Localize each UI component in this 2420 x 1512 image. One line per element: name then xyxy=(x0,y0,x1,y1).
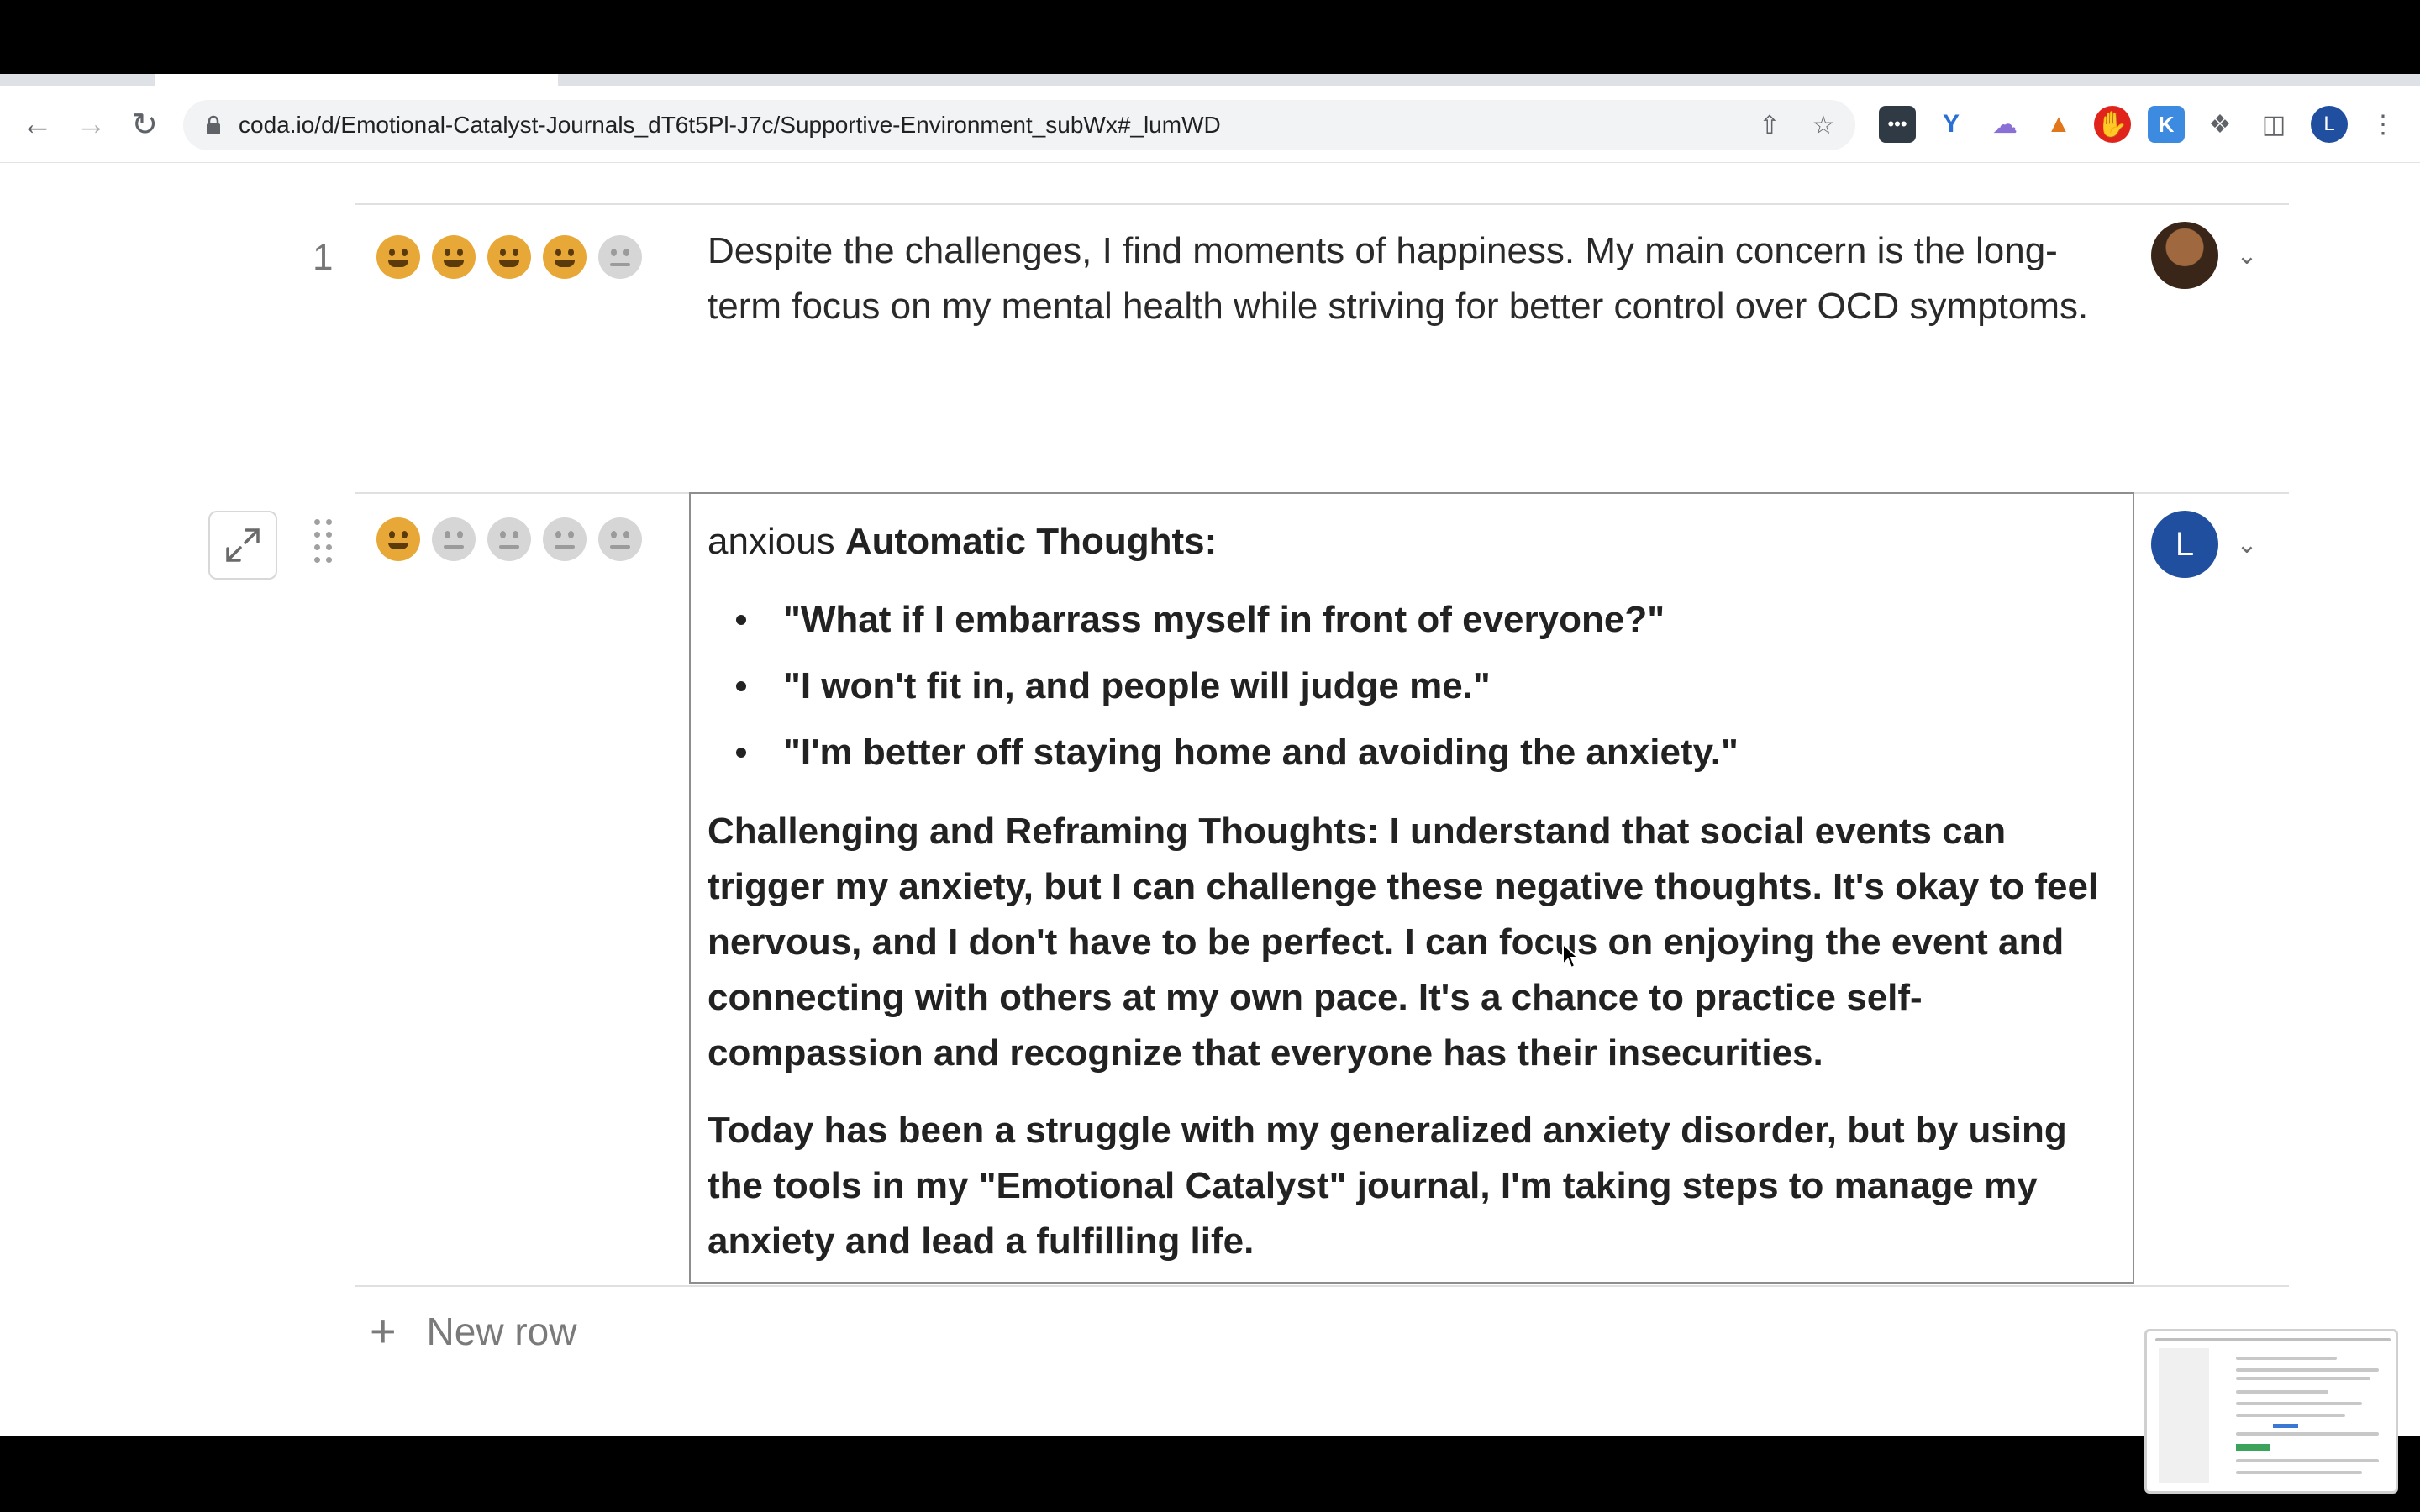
thumbnail-sidebar xyxy=(2159,1348,2209,1483)
list-item: "I won't fit in, and people will judge m… xyxy=(708,653,2119,719)
smiley-face-icon[interactable] xyxy=(376,235,420,279)
smiley-face-icon[interactable] xyxy=(432,517,476,561)
forward-icon[interactable]: → xyxy=(64,86,118,163)
address-bar[interactable]: coda.io/d/Emotional-Catalyst-Journals_dT… xyxy=(183,100,1855,150)
url-text[interactable]: coda.io/d/Emotional-Catalyst-Journals_dT… xyxy=(239,100,1221,150)
new-row-label: New row xyxy=(426,1310,577,1353)
dots-icon[interactable]: ••• xyxy=(1879,106,1916,143)
automatic-thoughts-heading: Automatic Thoughts: xyxy=(844,521,1218,562)
user-avatar[interactable]: L xyxy=(2151,511,2218,578)
chevron-down-icon[interactable]: ⌄ xyxy=(2230,239,2264,272)
coda-page: ☆ Sentiment Reflection Who 1 Despite the… xyxy=(0,163,2420,1436)
metamask-fox-icon[interactable]: ▲ xyxy=(2040,106,2077,143)
list-item: "What if I embarrass myself in front of … xyxy=(708,586,2119,653)
row-divider xyxy=(355,1285,2289,1287)
smiley-face-icon[interactable] xyxy=(376,517,420,561)
thoughts-list: "What if I embarrass myself in front of … xyxy=(708,586,2119,785)
plus-icon: + xyxy=(370,1306,397,1357)
smiley-face-icon[interactable] xyxy=(432,235,476,279)
summary-paragraph: Today has been a struggle with my genera… xyxy=(708,1110,2067,1262)
chevron-down-icon[interactable]: ⌄ xyxy=(2230,528,2264,561)
mouse-cursor-icon xyxy=(1562,942,1581,969)
reload-icon[interactable]: ↻ xyxy=(118,86,171,163)
smiley-face-icon[interactable] xyxy=(543,235,587,279)
user-avatar-photo[interactable] xyxy=(2151,222,2218,289)
profile-avatar[interactable]: L xyxy=(2311,106,2348,143)
smiley-face-icon[interactable] xyxy=(598,517,642,561)
share-icon[interactable]: ⇧ xyxy=(1746,100,1793,150)
column-header-reflection[interactable]: Reflection xyxy=(706,163,871,171)
browser-toolbar: ← → ↻ coda.io/d/Emotional-Catalyst-Journ… xyxy=(0,86,2420,163)
back-icon[interactable]: ← xyxy=(10,86,64,163)
bookmark-star-icon[interactable]: ☆ xyxy=(1800,100,1847,150)
expand-icon xyxy=(226,528,260,562)
hand-stop-icon[interactable]: ✋ xyxy=(2094,106,2131,143)
row-number: 1 xyxy=(313,237,334,278)
tab-strip xyxy=(0,0,2420,74)
k-extension-icon[interactable]: K xyxy=(2148,106,2185,143)
column-header-sentiment[interactable]: ☆ Sentiment xyxy=(371,163,581,171)
y-extension-icon[interactable]: Y xyxy=(1933,106,1970,143)
reflection-lead-text: anxious xyxy=(708,521,845,562)
column-header-who[interactable]: Who xyxy=(2148,163,2223,171)
lock-icon xyxy=(207,115,220,134)
tab-bar xyxy=(0,74,2420,86)
star-icon: ☆ xyxy=(371,163,402,170)
screenshot-thumbnail[interactable] xyxy=(2144,1329,2398,1494)
new-row-button[interactable]: + New row xyxy=(370,1305,576,1357)
sidebar-icon[interactable]: ◫ xyxy=(2255,106,2292,143)
reflection-cell[interactable]: Despite the challenges, I find moments o… xyxy=(708,223,2119,334)
reframing-paragraph: Challenging and Reframing Thoughts: I un… xyxy=(708,811,2099,1074)
expand-row-button[interactable] xyxy=(208,511,277,580)
smiley-face-icon[interactable] xyxy=(487,235,531,279)
sentiment-rating[interactable] xyxy=(376,235,642,279)
smiley-face-icon[interactable] xyxy=(598,235,642,279)
smiley-face-icon[interactable] xyxy=(543,517,587,561)
sentiment-header-label: Sentiment xyxy=(415,163,581,171)
menu-kebab-icon[interactable]: ⋮ xyxy=(2365,106,2402,143)
smiley-face-icon[interactable] xyxy=(487,517,531,561)
list-item: "I'm better off staying home and avoidin… xyxy=(708,719,2119,785)
cloud-extension-icon[interactable]: ☁ xyxy=(1986,106,2023,143)
sentiment-rating[interactable] xyxy=(376,517,642,561)
drag-handle-icon[interactable] xyxy=(314,519,333,563)
reflection-intro: anxious Automatic Thoughts: xyxy=(708,514,2119,570)
reflection-cell-editing[interactable]: anxious Automatic Thoughts: "What if I e… xyxy=(689,492,2134,1284)
active-tab[interactable] xyxy=(155,74,558,86)
bottom-bar xyxy=(0,1436,2420,1512)
header-divider xyxy=(355,203,2289,205)
puzzle-icon[interactable]: ❖ xyxy=(2202,106,2238,143)
